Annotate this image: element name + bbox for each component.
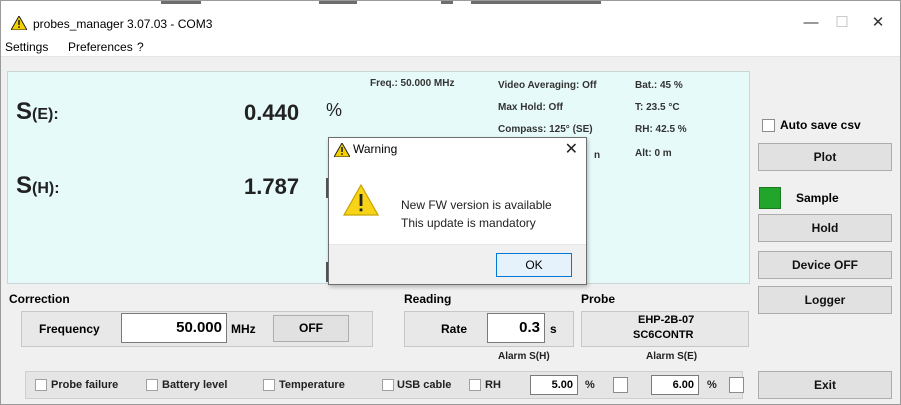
auto-save-checkbox[interactable] xyxy=(762,119,775,132)
maximize-button[interactable]: ☐ xyxy=(827,13,857,35)
temperature-readout: T: 23.5 °C xyxy=(635,102,680,113)
app-warning-icon xyxy=(11,16,27,30)
dialog-close-button[interactable]: ✕ xyxy=(565,139,578,159)
dialog-body: New FW version is available This update … xyxy=(329,162,586,244)
h-field-label: S(H): xyxy=(16,172,60,199)
temperature-indicator xyxy=(263,379,275,391)
correction-section-label: Correction xyxy=(9,292,70,306)
humidity-readout: RH: 42.5 % xyxy=(635,124,687,135)
frequency-input[interactable]: 50.000 xyxy=(121,313,227,343)
frequency-unit: MHz xyxy=(231,322,256,336)
rate-input[interactable]: 0.3 xyxy=(487,313,545,343)
probe-section-label: Probe xyxy=(581,292,616,306)
menu-bar: Settings Preferences ? xyxy=(1,37,900,57)
dialog-title-warning-icon xyxy=(334,143,350,157)
hidden-fragment: n xyxy=(594,150,601,161)
sample-label: Sample xyxy=(796,191,839,205)
dialog-title-bar: Warning ✕ xyxy=(329,138,586,162)
max-hold: Max Hold: Off xyxy=(498,102,563,113)
rh-indicator xyxy=(469,379,481,391)
auto-save-label: Auto save csv xyxy=(780,118,861,132)
e-field-unit: % xyxy=(326,100,343,120)
large-warning-icon xyxy=(342,183,380,219)
alarm-h-unit: % xyxy=(585,379,595,391)
h-field-value: 1.787 xyxy=(244,174,300,199)
alarm-e-label: Alarm S(E) xyxy=(646,351,698,362)
menu-preferences[interactable]: Preferences xyxy=(68,40,133,54)
main-window: probes_manager 3.07.03 - COM3 — ☐ ✕ Sett… xyxy=(0,0,901,405)
correction-off-button[interactable]: OFF xyxy=(273,315,349,342)
e-field-value: 0.440 xyxy=(244,100,300,125)
alarm-e-checkbox[interactable] xyxy=(729,377,744,393)
dialog-footer: OK xyxy=(329,244,586,284)
alarm-h-input[interactable]: 5.00 xyxy=(530,375,578,395)
plot-button[interactable]: Plot xyxy=(758,143,892,171)
alarm-e-input[interactable]: 6.00 xyxy=(651,375,699,395)
probe-failure-indicator xyxy=(35,379,47,391)
close-button[interactable]: ✕ xyxy=(863,13,893,35)
minimize-button[interactable]: — xyxy=(796,13,826,35)
frequency-label: Frequency xyxy=(39,322,100,336)
rh-label: RH xyxy=(485,379,501,391)
battery-level-indicator xyxy=(146,379,158,391)
alarm-h-label: Alarm S(H) xyxy=(498,351,550,362)
top-strip xyxy=(1,1,900,9)
warning-dialog: Warning ✕ New FW version is available Th… xyxy=(328,137,587,285)
temperature-label: Temperature xyxy=(279,379,345,391)
battery-level-label: Battery level xyxy=(162,379,228,391)
rate-label: Rate xyxy=(441,322,468,336)
menu-help[interactable]: ? xyxy=(137,40,144,54)
usb-cable-label: USB cable xyxy=(397,379,452,391)
window-title: probes_manager 3.07.03 - COM3 xyxy=(33,17,213,31)
probe-model: EHP-2B-07 xyxy=(638,314,695,326)
probe-serial: SC6CONTR xyxy=(633,329,694,341)
logger-button[interactable]: Logger xyxy=(758,286,892,314)
dialog-title: Warning xyxy=(353,142,398,156)
alarm-e-unit: % xyxy=(707,379,717,391)
alarm-h-checkbox[interactable] xyxy=(613,377,628,393)
altitude-readout: Alt: 0 m xyxy=(635,148,672,159)
rate-unit: s xyxy=(550,322,557,336)
hold-button[interactable]: Hold xyxy=(758,214,892,242)
frequency-readout: Freq.: 50.000 MHz xyxy=(370,78,455,89)
dialog-message-line1: New FW version is available xyxy=(401,198,552,212)
battery-readout: Bat.: 45 % xyxy=(635,80,683,91)
compass: Compass: 125° (SE) xyxy=(498,124,593,135)
probe-failure-label: Probe failure xyxy=(51,379,119,391)
video-averaging: Video Averaging: Off xyxy=(498,80,597,91)
usb-cable-indicator xyxy=(382,379,394,391)
exit-button[interactable]: Exit xyxy=(758,371,892,399)
reading-section-label: Reading xyxy=(404,292,452,306)
menu-settings[interactable]: Settings xyxy=(5,40,48,54)
ok-button[interactable]: OK xyxy=(496,253,572,277)
dialog-message-line2: This update is mandatory xyxy=(401,216,536,230)
device-off-button[interactable]: Device OFF xyxy=(758,251,892,279)
sample-led xyxy=(759,187,781,209)
title-bar: probes_manager 3.07.03 - COM3 — ☐ ✕ xyxy=(1,9,900,37)
e-field-label: S(E): xyxy=(16,98,59,125)
